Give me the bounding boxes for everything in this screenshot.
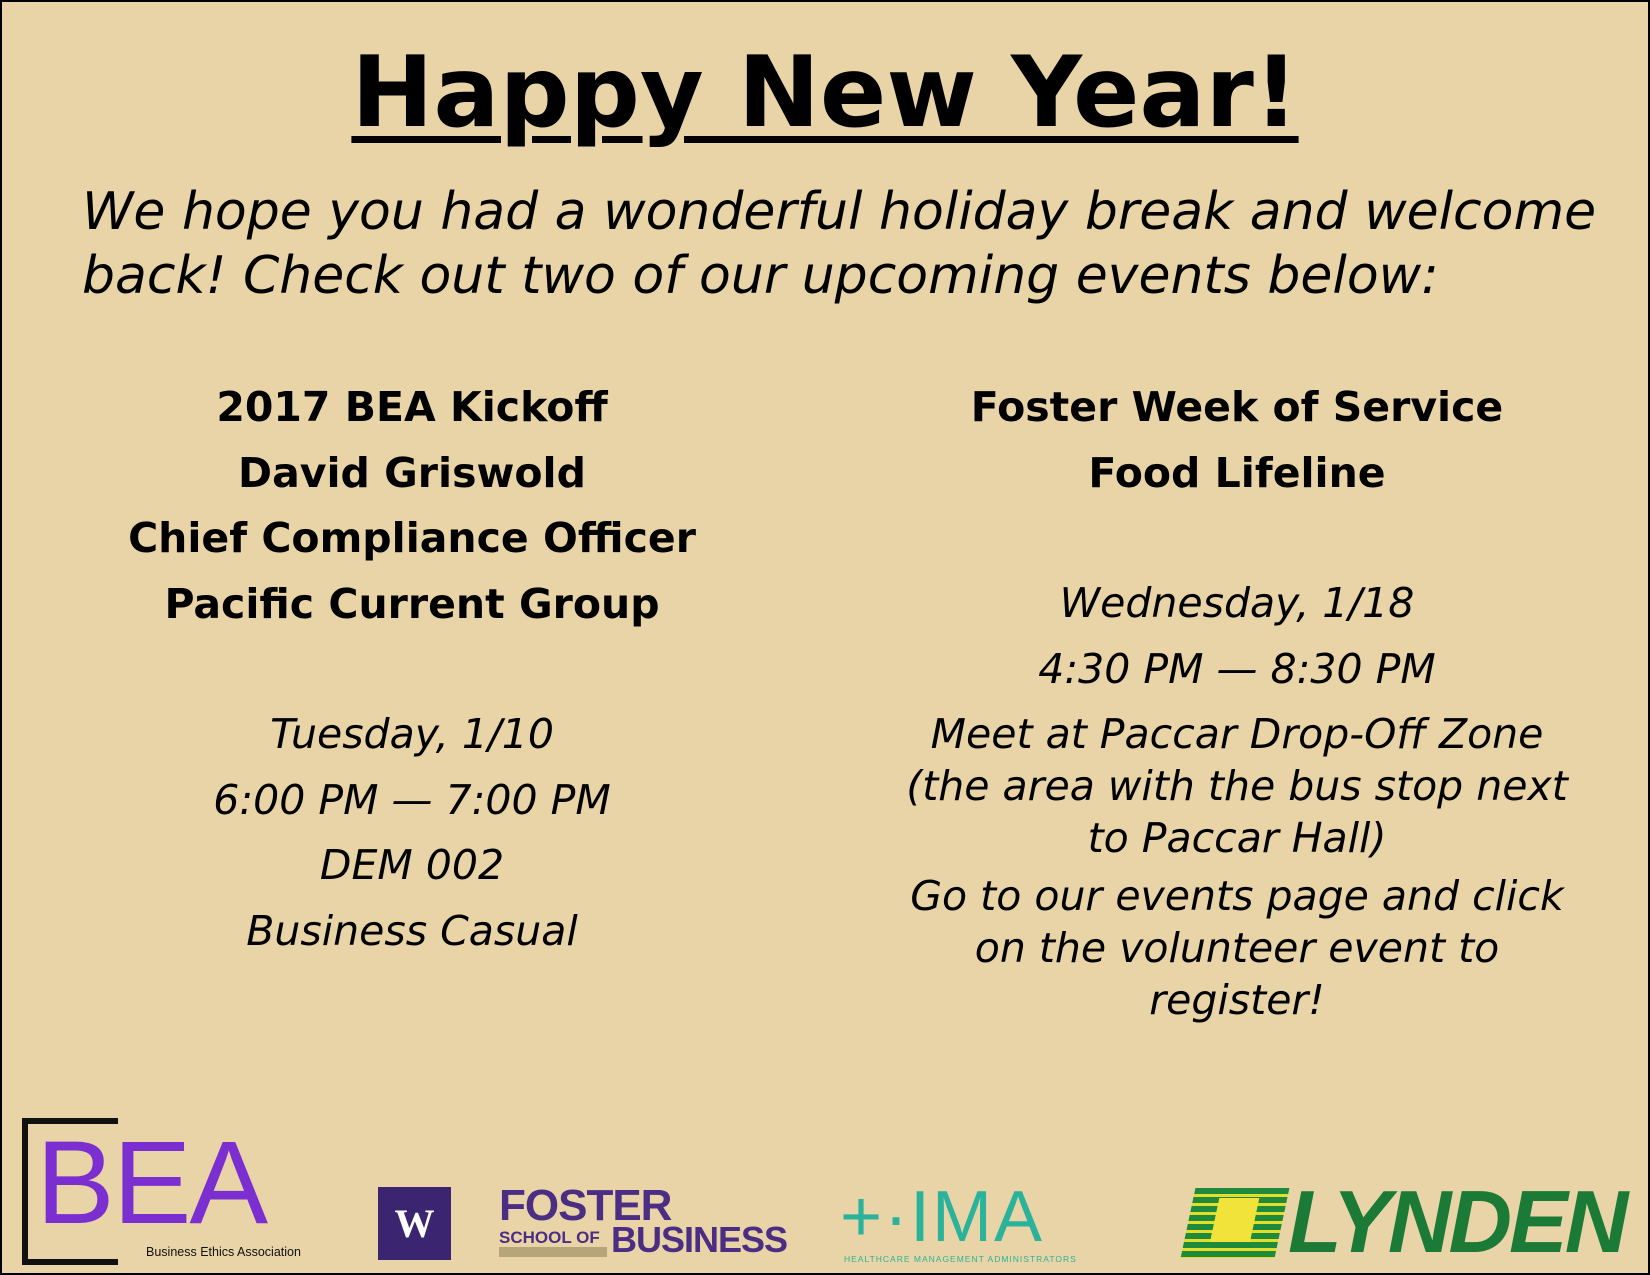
bea-logo-subtitle: Business Ethics Association bbox=[146, 1245, 301, 1259]
event-week-of-service: Foster Week of Service Food Lifeline Wed… bbox=[887, 375, 1587, 1026]
bea-logo: BEA Business Ethics Association bbox=[22, 1117, 322, 1265]
hma-logo-mark: +·IMA bbox=[840, 1177, 1045, 1257]
event-date: Tuesday, 1/10 bbox=[270, 710, 554, 758]
event-partner: Food Lifeline bbox=[1088, 448, 1386, 497]
foster-logo: FOSTER SCHOOL OF BUSINESS bbox=[499, 1184, 799, 1264]
event-title: Foster Week of Service bbox=[970, 383, 1504, 431]
speaker-title: Chief Compliance Officer bbox=[128, 514, 696, 562]
uw-logo: W bbox=[378, 1187, 451, 1260]
event-registration-note: Go to our events page and click on the v… bbox=[910, 872, 1564, 1024]
event-location: DEM 002 bbox=[319, 841, 505, 889]
bea-logo-letters: BEA bbox=[36, 1117, 268, 1249]
hma-logo-subtitle: HEALTHCARE MANAGEMENT ADMINISTRATORS bbox=[844, 1254, 1077, 1264]
speaker-name: David Griswold bbox=[238, 448, 586, 497]
hma-logo: +·IMA HEALTHCARE MANAGEMENT ADMINISTRATO… bbox=[840, 1177, 1140, 1264]
event-title: 2017 BEA Kickoff bbox=[216, 383, 608, 431]
event-kickoff: 2017 BEA Kickoff David Griswold Chief Co… bbox=[82, 375, 742, 964]
foster-logo-line2: SCHOOL OF bbox=[499, 1228, 600, 1247]
foster-logo-bar bbox=[499, 1247, 607, 1257]
event-date: Wednesday, 1/18 bbox=[1059, 579, 1415, 627]
flyer: Happy New Year! We hope you had a wonder… bbox=[0, 0, 1650, 1275]
lynden-logo: LYNDEN bbox=[1180, 1176, 1638, 1268]
sponsor-logos: BEA Business Ethics Association W FOSTER… bbox=[2, 1102, 1648, 1273]
event-time: 6:00 PM — 7:00 PM bbox=[213, 775, 611, 824]
speaker-company: Pacific Current Group bbox=[164, 579, 660, 628]
page-title: Happy New Year! bbox=[351, 36, 1299, 150]
event-time: 4:30 PM — 8:30 PM bbox=[1038, 644, 1436, 693]
lynden-l-icon bbox=[1180, 1188, 1290, 1258]
foster-logo-line3: BUSINESS bbox=[611, 1219, 788, 1260]
lynden-logo-word: LYNDEN bbox=[1288, 1172, 1628, 1271]
intro-text: We hope you had a wonderful holiday brea… bbox=[82, 182, 1597, 306]
event-location: Meet at Paccar Drop-Off Zone (the area w… bbox=[906, 710, 1568, 862]
event-dress-code: Business Casual bbox=[246, 906, 578, 955]
